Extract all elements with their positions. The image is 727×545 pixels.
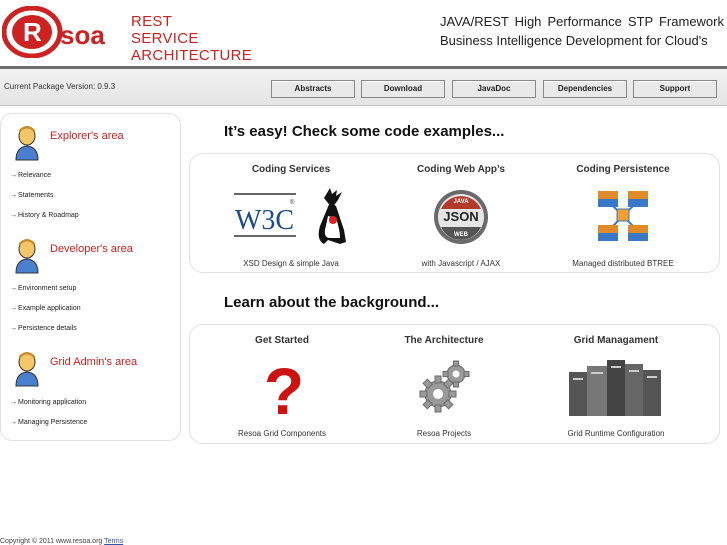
code-examples-heading: It’s easy! Check some code examples... — [224, 123, 505, 140]
tagline-line1: JAVA/REST High Performance STP Framework — [440, 14, 724, 29]
svg-text:JAVA: JAVA — [453, 199, 469, 205]
svg-text:WEB: WEB — [454, 232, 469, 238]
server-rack-icon[interactable] — [567, 356, 663, 418]
grid-admin-person-icon — [15, 352, 39, 387]
svg-text:®: ® — [290, 199, 295, 206]
sidebar-link-monitoring-application[interactable]: →Monitoring application — [10, 399, 86, 406]
coding-webapps-caption: with Javascript / AJAX — [421, 259, 501, 268]
support-button[interactable]: Support — [633, 80, 717, 98]
coding-persistence-title[interactable]: Coding Persistence — [548, 164, 698, 175]
architecture-caption: Resoa Projects — [416, 429, 472, 438]
package-version: Current Package Version: 0.9.3 — [4, 82, 116, 91]
grid-admin-area-title[interactable]: Grid Admin's area — [50, 356, 137, 368]
tagline-line2: Business Intelligence Development for Cl… — [440, 33, 708, 48]
get-started-title[interactable]: Get Started — [207, 335, 357, 346]
navigation-bar: Current Package Version: 0.9.3 Abstracts… — [0, 66, 727, 106]
abstracts-button[interactable]: Abstracts — [271, 80, 355, 98]
developer-person-icon — [15, 239, 39, 274]
coding-webapps-title[interactable]: Coding Web App’s — [386, 164, 536, 175]
dependencies-button[interactable]: Dependencies — [543, 80, 627, 98]
site-title-line2: ARCHITECTURE — [131, 47, 253, 64]
json-badge-icon[interactable]: JAVA JSON WEB — [431, 189, 491, 245]
tagline: JAVA/REST High Performance STP Framework… — [440, 12, 724, 50]
javadoc-button[interactable]: JavaDoc — [452, 80, 536, 98]
footer: Copyright © 2011 www.resoa.org Terms — [0, 538, 123, 545]
sidebar-link-environment-setup[interactable]: →Environment setup — [10, 285, 76, 292]
coding-persistence-caption: Managed distributed BTREE — [572, 259, 674, 268]
sidebar-link-relevance[interactable]: →Relevance — [10, 172, 51, 179]
gears-icon[interactable] — [416, 358, 474, 416]
grid-management-caption: Grid Runtime Configuration — [567, 429, 665, 438]
copyright-text: Copyright © 2011 www.resoa.org — [0, 538, 103, 545]
svg-text:R: R — [23, 17, 42, 47]
architecture-title[interactable]: The Architecture — [369, 335, 519, 346]
svg-text:JSON: JSON — [443, 209, 478, 224]
download-button[interactable]: Download — [361, 80, 445, 98]
coding-services-title[interactable]: Coding Services — [216, 164, 366, 175]
explorer-area-title[interactable]: Explorer's area — [50, 130, 124, 142]
resoa-logo[interactable]: R soa — [2, 6, 120, 58]
sidebar-link-example-application[interactable]: →Example application — [10, 305, 81, 312]
sidebar-link-history-roadmap[interactable]: →History & Roadmap — [10, 212, 79, 219]
terms-link[interactable]: Terms — [104, 538, 123, 545]
sidebar-link-statements[interactable]: →Statements — [10, 192, 53, 199]
question-mark-icon[interactable]: ? — [264, 356, 304, 420]
svg-text:W3C: W3C — [235, 205, 294, 236]
explorer-person-icon — [15, 126, 39, 161]
developer-area-title[interactable]: Developer's area — [50, 243, 133, 255]
site-title: REST SERVICE ARCHITECTURE — [131, 13, 252, 64]
persistence-cubes-icon[interactable] — [596, 187, 650, 247]
sidebar — [0, 113, 181, 441]
grid-management-title[interactable]: Grid Managament — [541, 335, 691, 346]
svg-text:?: ? — [264, 356, 304, 420]
sidebar-link-persistence-details[interactable]: →Persistence details — [10, 325, 77, 332]
get-started-caption: Resoa Grid Components — [237, 429, 327, 438]
sidebar-link-managing-persistence[interactable]: →Managing Persistence — [10, 419, 87, 426]
coding-services-caption: XSD Design & simple Java — [243, 259, 339, 268]
logo-text: soa — [60, 20, 105, 50]
site-title-line1: REST SERVICE — [131, 13, 199, 47]
w3c-java-duke-icon[interactable]: W3C ® — [232, 186, 352, 248]
background-heading: Learn about the background... — [224, 294, 440, 311]
